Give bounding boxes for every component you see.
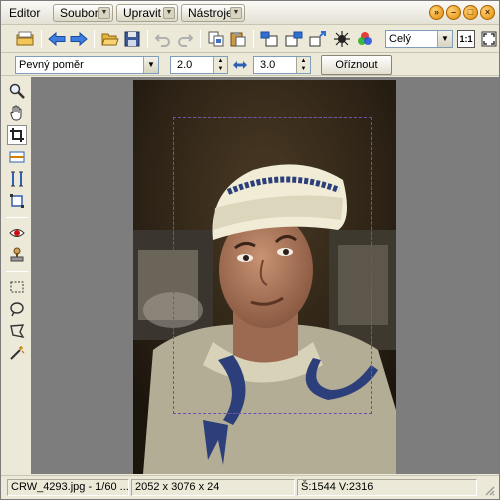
- menu-upravit[interactable]: Upravit ▼: [116, 4, 178, 22]
- menu-label: Soubor: [60, 6, 99, 20]
- copy-icon: [208, 31, 224, 47]
- forward-button[interactable]: [69, 29, 89, 49]
- frame-icon: [10, 194, 24, 208]
- undo-icon: [155, 34, 170, 47]
- magic-wand-icon: [10, 346, 25, 360]
- crop-button[interactable]: Oříznout: [321, 55, 392, 75]
- browser-button[interactable]: [15, 29, 35, 49]
- menubar: Editor Soubor ▼ Upravit ▼ Nástroje ▼ » –…: [1, 1, 499, 25]
- close-button[interactable]: ×: [480, 5, 495, 20]
- colors-button[interactable]: [355, 29, 375, 49]
- menu-label: Nástroje: [188, 6, 233, 20]
- resize-icon: [309, 31, 326, 47]
- magnifier-icon: [9, 83, 25, 99]
- swap-ratio-button[interactable]: [232, 57, 248, 73]
- clone-stamp-tool[interactable]: [7, 245, 27, 265]
- crop-options-bar: Pevný poměr ▼ 2.0 ▲ ▼ 3.0 ▲ ▼ Oříznout: [1, 54, 499, 76]
- rect-select-icon: [10, 281, 24, 293]
- undo-button[interactable]: [153, 29, 173, 49]
- menu-label: Upravit: [123, 6, 162, 20]
- menu-expand-button[interactable]: »: [429, 5, 444, 20]
- spinner-arrows-icon[interactable]: ▲ ▼: [213, 57, 227, 73]
- save-button[interactable]: [122, 29, 142, 49]
- ratio-mode-select[interactable]: Pevný poměr ▼: [15, 56, 159, 74]
- horizon-icon: [9, 151, 25, 163]
- rotate-right-button[interactable]: [284, 29, 304, 49]
- eye-icon: [9, 229, 25, 237]
- chevron-down-icon: ▼: [98, 7, 110, 19]
- actual-size-button[interactable]: 1:1: [457, 30, 475, 48]
- sharpen-button[interactable]: [332, 29, 352, 49]
- fullscreen-button[interactable]: [479, 29, 499, 49]
- vertical-icon: [11, 171, 23, 187]
- polygon-select-tool[interactable]: [7, 321, 27, 341]
- vertical-tool[interactable]: [7, 169, 27, 189]
- ratio-mode-value: Pevný poměr: [19, 59, 84, 71]
- image-canvas[interactable]: [31, 77, 499, 474]
- hand-icon: [10, 105, 22, 121]
- straighten-tool[interactable]: [7, 147, 27, 167]
- browser-icon: [16, 31, 34, 46]
- chevron-down-icon: ▼: [230, 7, 242, 19]
- zoom-value: Celý: [389, 33, 412, 45]
- polygon-lasso-icon: [10, 324, 25, 338]
- width-ratio-spinner[interactable]: 2.0 ▲ ▼: [170, 56, 228, 74]
- chevron-down-icon: ▼: [163, 7, 175, 19]
- color-wheel-icon: [358, 32, 372, 45]
- status-dimensions: 2052 x 3076 x 24: [131, 479, 295, 496]
- rotate-left-button[interactable]: [259, 29, 279, 49]
- red-eye-tool[interactable]: [7, 223, 27, 243]
- menu-soubor[interactable]: Soubor ▼: [53, 4, 113, 22]
- chevron-down-icon: ▼: [143, 57, 158, 73]
- open-button[interactable]: [100, 29, 120, 49]
- width-ratio-value: 2.0: [177, 59, 193, 71]
- floppy-disk-icon: [124, 31, 140, 47]
- lasso-icon: [10, 302, 24, 317]
- crop-selection-rect[interactable]: [173, 117, 372, 414]
- zoom-select[interactable]: Celý ▼: [385, 30, 453, 48]
- resize-frame-tool[interactable]: [7, 191, 27, 211]
- back-button[interactable]: [47, 29, 67, 49]
- status-selection-size: Š:1544 V:2316: [297, 479, 477, 496]
- tool-palette: [1, 77, 31, 473]
- arrow-left-icon: [48, 32, 66, 46]
- status-file-info: CRW_4293.jpg - 1/60 ...: [7, 479, 129, 496]
- paste-button[interactable]: [228, 29, 248, 49]
- chevron-down-icon: ▼: [437, 31, 452, 47]
- rect-select-tool[interactable]: [7, 277, 27, 297]
- editor-window: Editor Soubor ▼ Upravit ▼ Nástroje ▼ » –…: [0, 0, 500, 500]
- copy-button[interactable]: [206, 29, 226, 49]
- rotate-left-icon: [260, 31, 278, 47]
- height-ratio-value: 3.0: [260, 59, 276, 71]
- hand-tool[interactable]: [7, 103, 27, 123]
- redo-icon: [178, 34, 193, 47]
- spinner-arrows-icon[interactable]: ▲ ▼: [296, 57, 310, 73]
- minimize-button[interactable]: –: [446, 5, 461, 20]
- folder-open-icon: [101, 33, 119, 46]
- zoom-tool[interactable]: [7, 81, 27, 101]
- resize-button[interactable]: [308, 29, 328, 49]
- main-toolbar: Celý ▼ 1:1: [1, 26, 499, 53]
- paste-icon: [230, 32, 246, 47]
- redo-button[interactable]: [175, 29, 195, 49]
- crop-tool[interactable]: [7, 125, 27, 145]
- restore-button[interactable]: □: [463, 5, 478, 20]
- fullscreen-icon: [481, 31, 497, 47]
- height-ratio-spinner[interactable]: 3.0 ▲ ▼: [253, 56, 311, 74]
- swap-arrows-icon: [233, 61, 247, 69]
- ellipse-select-tool[interactable]: [7, 299, 27, 319]
- app-title: Editor: [9, 6, 41, 20]
- sparkle-icon: [334, 31, 350, 47]
- menu-nastroje[interactable]: Nástroje ▼: [181, 4, 245, 22]
- crop-icon: [10, 128, 24, 142]
- magic-wand-tool[interactable]: [7, 343, 27, 363]
- resize-grip-icon[interactable]: [483, 484, 495, 496]
- arrow-right-icon: [70, 32, 88, 46]
- statusbar: CRW_4293.jpg - 1/60 ... 2052 x 3076 x 24…: [1, 475, 499, 499]
- stamp-icon: [10, 247, 24, 262]
- rotate-right-icon: [285, 31, 303, 47]
- actual-size-label: 1:1: [459, 34, 473, 44]
